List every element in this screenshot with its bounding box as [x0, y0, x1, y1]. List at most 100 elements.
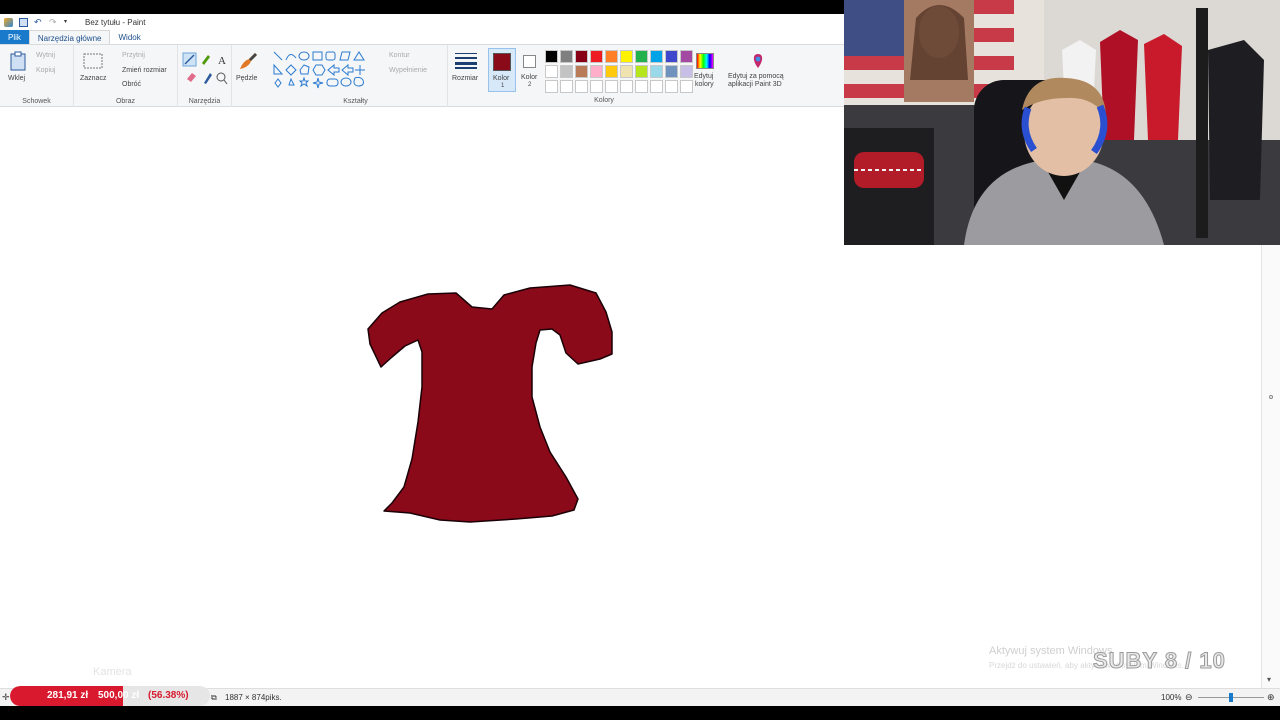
resize-button[interactable]: Zmień rozmiar: [122, 67, 167, 74]
palette-swatch[interactable]: [605, 80, 618, 93]
copy-button[interactable]: Kopiuj: [36, 67, 55, 74]
undo-icon[interactable]: ↶: [34, 17, 43, 27]
palette-swatch[interactable]: [590, 65, 603, 78]
shapes-gallery[interactable]: [272, 50, 376, 90]
palette-swatch[interactable]: [665, 50, 678, 63]
ribbon-tabs: Plik Narzędzia główne Widok: [0, 30, 844, 44]
svg-text:A: A: [218, 55, 226, 67]
palette-swatch[interactable]: [650, 80, 663, 93]
shapes-group: Kontur Wypełnienie Kształty: [264, 45, 448, 107]
edit-colors-label: Edytuj: [694, 73, 714, 80]
palette-swatch[interactable]: [665, 80, 678, 93]
dress-drawing: [367, 284, 613, 523]
shapes-group-label: Kształty: [343, 98, 368, 105]
fill-dropdown[interactable]: Wypełnienie: [389, 67, 427, 74]
zoom-in-icon[interactable]: ⊕: [1267, 692, 1275, 703]
palette-swatch[interactable]: [620, 65, 633, 78]
edit-paint3d-button[interactable]: Edytuj za pomocą aplikacji Paint 3D: [722, 45, 794, 107]
palette-swatch[interactable]: [545, 50, 558, 63]
size-icon[interactable]: [455, 53, 477, 69]
redo-icon[interactable]: ↷: [49, 17, 58, 27]
brushes-group: Pędzle: [232, 45, 264, 107]
palette-swatch[interactable]: [575, 80, 588, 93]
image-group: Zaznacz Przytnij Zmień rozmiar Obróć Obr…: [74, 45, 178, 107]
palette-swatch[interactable]: [665, 65, 678, 78]
select-button[interactable]: Zaznacz: [80, 75, 106, 82]
donation-goal-bar: 281,91 zł 500,00 zł (56.38%): [10, 686, 210, 706]
donation-percent: (56.38%): [148, 690, 189, 701]
color1-button[interactable]: Kolor 1: [488, 48, 516, 92]
canvas-size-icon: ⧉: [211, 693, 217, 702]
color2-swatch: [523, 55, 536, 68]
paint3d-icon: [753, 54, 763, 68]
palette-swatch[interactable]: [590, 50, 603, 63]
zoom-level: 100%: [1161, 693, 1182, 702]
color-palette: [545, 50, 694, 94]
webcam-overlay: [844, 0, 1280, 245]
outline-dropdown[interactable]: Kontur: [389, 52, 410, 59]
palette-swatch[interactable]: [650, 65, 663, 78]
tab-file[interactable]: Plik: [0, 30, 29, 44]
webcam-image: [844, 0, 1280, 245]
palette-swatch[interactable]: [560, 50, 573, 63]
window-title: Bez tytułu - Paint: [85, 17, 146, 27]
color1-swatch: [493, 53, 511, 71]
customize-quick-access-icon[interactable]: ▾: [64, 18, 73, 27]
save-icon[interactable]: [19, 17, 28, 27]
palette-swatch[interactable]: [605, 50, 618, 63]
palette-swatch[interactable]: [635, 65, 648, 78]
tools-group-label: Narzędzia: [188, 98, 221, 105]
paint3d-label-2: aplikacji Paint 3D: [728, 81, 782, 88]
scroll-down-icon[interactable]: ▾: [1267, 675, 1271, 684]
edit-colors-icon: [696, 53, 714, 69]
camera-label: Kamera: [93, 666, 132, 678]
tab-view[interactable]: Widok: [110, 30, 148, 44]
paste-button[interactable]: Wklej: [8, 75, 25, 82]
tools-icons[interactable]: A: [182, 51, 228, 87]
ribbon: Wklej Wytnij Kopiuj Schowek Zaznacz Przy…: [0, 44, 844, 107]
palette-swatch[interactable]: [545, 80, 558, 93]
crop-button[interactable]: Przytnij: [122, 52, 145, 59]
palette-swatch[interactable]: [560, 80, 573, 93]
clipboard-group: Wklej Wytnij Kopiuj Schowek: [0, 45, 74, 107]
palette-swatch[interactable]: [545, 65, 558, 78]
brush-icon[interactable]: [237, 51, 259, 73]
zoom-out-icon[interactable]: ⊖: [1185, 692, 1193, 703]
tools-group: A Narzędzia: [178, 45, 232, 107]
tab-home[interactable]: Narzędzia główne: [28, 30, 111, 44]
zoom-slider-thumb[interactable]: [1229, 693, 1233, 702]
brushes-button[interactable]: Pędzle: [236, 75, 257, 82]
palette-swatch[interactable]: [620, 50, 633, 63]
color1-sub: 1: [501, 83, 505, 89]
color2-sub: 2: [528, 82, 532, 88]
paint-app-icon: [4, 17, 13, 27]
colors-group-label: Kolory: [594, 97, 614, 104]
palette-swatch[interactable]: [635, 50, 648, 63]
color2-label: Kolor: [521, 74, 538, 81]
donation-current: 281,91 zł: [47, 690, 89, 701]
zoom-slider[interactable]: [1198, 693, 1264, 702]
size-group: Rozmiar: [448, 45, 484, 107]
paint3d-label: Edytuj za pomocą: [728, 73, 784, 80]
bottom-black-bar: [0, 706, 1280, 720]
resize-handle[interactable]: [1269, 395, 1273, 399]
title-bar: ↶ ↷ ▾ Bez tytułu - Paint: [0, 14, 844, 30]
palette-swatch[interactable]: [620, 80, 633, 93]
palette-swatch[interactable]: [635, 80, 648, 93]
select-icon[interactable]: [83, 53, 103, 69]
palette-swatch[interactable]: [575, 50, 588, 63]
palette-swatch[interactable]: [560, 65, 573, 78]
quick-access-toolbar: ↶ ↷ ▾: [4, 17, 73, 27]
palette-swatch[interactable]: [575, 65, 588, 78]
clipboard-group-label: Schowek: [22, 98, 51, 105]
paste-icon[interactable]: [8, 51, 28, 71]
edit-colors-label-2: kolory: [695, 81, 714, 88]
rotate-button[interactable]: Obróć: [122, 81, 141, 88]
size-button[interactable]: Rozmiar: [452, 75, 478, 82]
palette-swatch[interactable]: [605, 65, 618, 78]
palette-swatch[interactable]: [590, 80, 603, 93]
color1-label: Kolor: [493, 75, 510, 82]
vertical-scrollbar[interactable]: ▾: [1261, 245, 1280, 688]
cut-button[interactable]: Wytnij: [36, 52, 55, 59]
palette-swatch[interactable]: [650, 50, 663, 63]
